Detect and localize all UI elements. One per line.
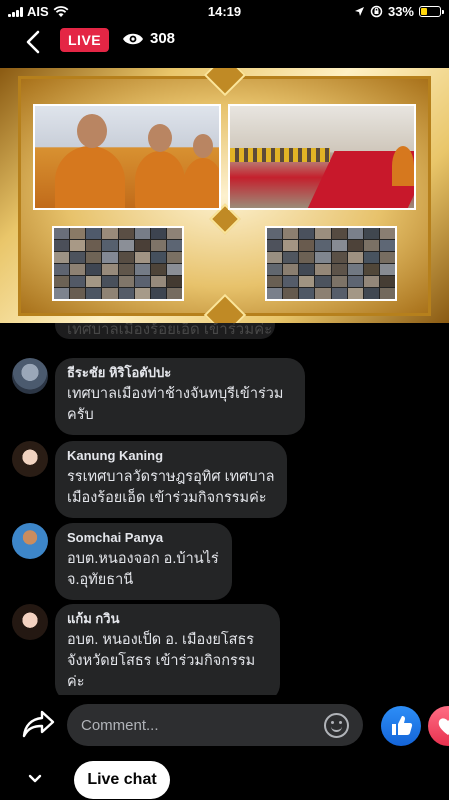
comment-text-line: เทศบาลเมืองท่าช้างจันทบุรีเข้าร่วม [67, 386, 284, 402]
avatar[interactable] [12, 523, 48, 559]
love-icon [438, 718, 449, 735]
avatar[interactable] [12, 441, 48, 477]
chevron-down-icon[interactable] [28, 772, 42, 786]
location-icon [354, 7, 364, 16]
like-button[interactable] [381, 706, 421, 746]
comment-bubble: Kanung Kaning รรเทศบาลวัดราษฎรอุทิศ เทศบ… [55, 441, 287, 518]
live-chat-button[interactable]: Live chat [74, 761, 170, 799]
like-icon [392, 716, 413, 735]
orientation-lock-icon [370, 5, 383, 18]
share-icon[interactable] [22, 709, 56, 739]
status-bar: AIS 14:19 33% [0, 0, 449, 24]
comment-bubble: ธีระชัย หิริโอตัปปะ เทศบาลเมืองท่าช้างจั… [55, 358, 305, 435]
comment-text-line: อบต. หนองเป็ด อ. เมืองยโสธร [67, 632, 255, 648]
avatar[interactable] [12, 604, 48, 640]
commenter-name[interactable]: แก้ม กวิน [67, 611, 268, 627]
emoji-icon[interactable] [324, 713, 349, 738]
comment-bubble: Somchai Panya อบต.หนองจอก อ.บ้านไร่ จ.อุ… [55, 523, 232, 600]
comment-list[interactable]: เทศบาลเมืองร้อยเอ็ด เข้าร่วมค่ะ ธีระชัย … [0, 323, 449, 695]
video-panel-participants-left [52, 226, 184, 301]
battery-icon [419, 6, 444, 17]
eye-icon [123, 33, 143, 44]
video-panel-monks [33, 104, 221, 210]
viewer-count-group[interactable]: 308 [122, 30, 175, 47]
avatar[interactable] [12, 358, 48, 394]
love-button[interactable] [428, 706, 449, 746]
live-badge: LIVE [60, 28, 110, 52]
video-panel-hall [228, 104, 416, 210]
viewer-count: 308 [150, 30, 176, 47]
comment-input[interactable] [67, 704, 363, 746]
video-panel-participants-right [265, 226, 397, 301]
comment-text-line: จังหวัดยโสธร เข้าร่วมกิจกรรมค่ะ [67, 653, 256, 690]
comment-text-line: รรเทศบาลวัดราษฎรอุทิศ เทศบาล [67, 469, 275, 485]
comment-text-line: เมืองร้อยเอ็ด เข้าร่วมกิจกรรมค่ะ [67, 490, 267, 506]
comment-text-line: ครับ [67, 407, 94, 423]
live-header: LIVE 308 [0, 24, 449, 68]
battery-percent: 33% [387, 4, 414, 19]
comment-text-line: อบต.หนองจอก อ.บ้านไร่ [67, 551, 219, 567]
commenter-name[interactable]: Somchai Panya [67, 530, 220, 546]
back-icon[interactable] [20, 28, 48, 56]
battery-level [421, 8, 427, 15]
comment-bubble: แก้ม กวิน อบต. หนองเป็ด อ. เมืองยโสธร จั… [55, 604, 280, 695]
status-right: 33% [354, 4, 444, 19]
comment-text-line: จ.อุทัยธานี [67, 572, 134, 588]
comment-faded: เทศบาลเมืองร้อยเอ็ด เข้าร่วมค่ะ [55, 323, 275, 339]
commenter-name[interactable]: Kanung Kaning [67, 448, 275, 464]
commenter-name[interactable]: ธีระชัย หิริโอตัปปะ [67, 365, 293, 381]
live-video[interactable] [0, 68, 449, 323]
